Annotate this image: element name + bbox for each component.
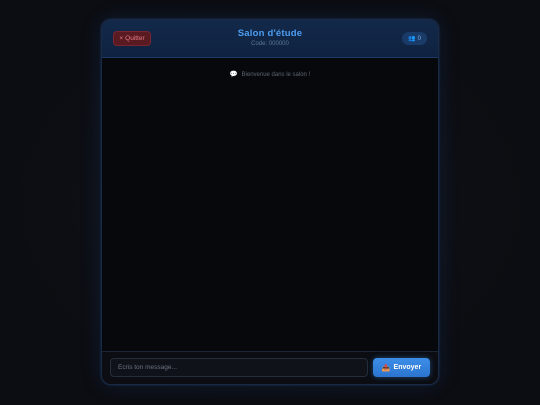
members-count: 0 xyxy=(417,35,421,42)
messages-area[interactable]: 💬 Bienvenue dans le salon ! xyxy=(102,58,438,352)
page-background: × Quitter Salon d'étude Code: 000000 👥 0… xyxy=(0,0,540,405)
room-title: Salon d'étude xyxy=(237,28,303,39)
people-icon: 👥 xyxy=(408,36,416,42)
members-count-badge[interactable]: 👥 0 xyxy=(402,32,427,45)
outbox-icon: 📤 xyxy=(381,364,391,372)
room-code: Code: 000000 xyxy=(251,41,289,47)
message-input[interactable] xyxy=(110,358,368,377)
send-button[interactable]: 📤 Envoyer xyxy=(373,358,430,377)
speech-bubble-icon: 💬 xyxy=(229,71,238,78)
send-button-label: Envoyer xyxy=(393,364,422,371)
welcome-text: Bienvenue dans le salon ! xyxy=(241,72,311,78)
room-header: × Quitter Salon d'étude Code: 000000 👥 0 xyxy=(102,20,438,58)
room-title-block: Salon d'étude Code: 000000 xyxy=(102,28,438,47)
chat-window: × Quitter Salon d'étude Code: 000000 👥 0… xyxy=(101,19,439,385)
message-composer: 📤 Envoyer xyxy=(102,351,438,384)
welcome-message: 💬 Bienvenue dans le salon ! xyxy=(102,70,438,78)
